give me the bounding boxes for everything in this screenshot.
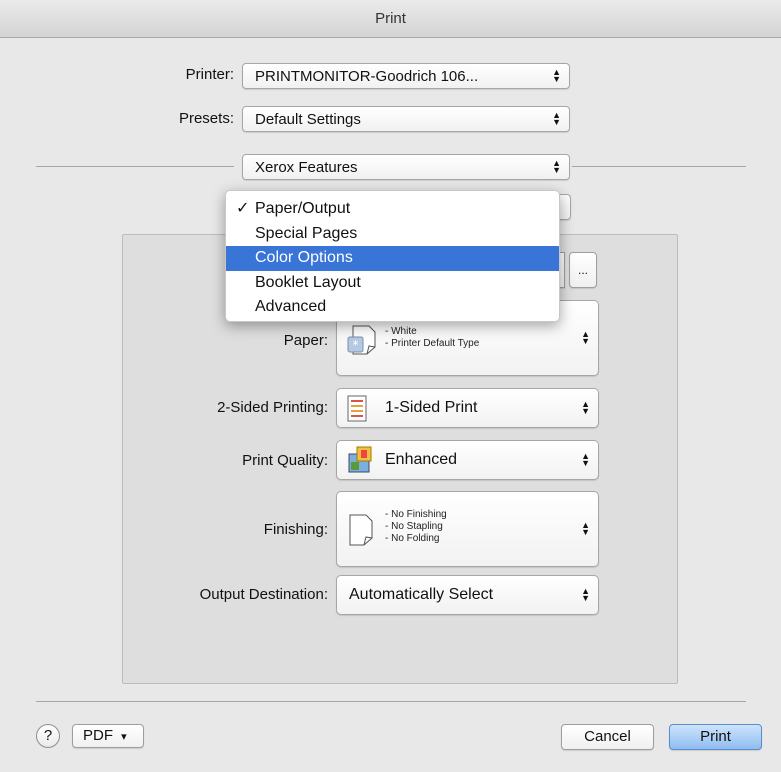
popup-arrows-icon: ▲ ▼ bbox=[581, 451, 590, 468]
paper-icon: * bbox=[347, 325, 376, 355]
paper-details: - White - Printer Default Type bbox=[385, 326, 479, 350]
pdf-label: PDF bbox=[83, 727, 113, 744]
popup-arrows-icon: ▲ ▼ bbox=[552, 110, 561, 127]
quality-value: Enhanced bbox=[385, 451, 458, 468]
finishing-popup[interactable]: - No Finishing - No Stapling - No Foldin… bbox=[336, 491, 599, 567]
sided-popup[interactable]: 1-Sided Print ▲ ▼ bbox=[336, 388, 599, 428]
finishing-icon bbox=[349, 514, 373, 546]
pdf-button[interactable]: PDF ▾ bbox=[72, 724, 144, 748]
popup-arrows-icon: ▲ ▼ bbox=[581, 586, 590, 603]
output-label: Output Destination: bbox=[199, 586, 328, 603]
print-button[interactable]: Print bbox=[669, 724, 762, 750]
output-value: Automatically Select bbox=[349, 586, 494, 603]
menu-item-label: Advanced bbox=[255, 298, 327, 315]
section-popup[interactable]: Xerox Features ▲ ▼ bbox=[242, 154, 570, 180]
printer-label: Printer: bbox=[185, 66, 234, 83]
finishing-line: - No Finishing bbox=[385, 509, 447, 520]
menu-item-paper-output[interactable]: ✓ Paper/Output bbox=[226, 197, 559, 222]
finishing-label: Finishing: bbox=[263, 521, 328, 538]
checkmark-icon: ✓ bbox=[236, 200, 250, 217]
menu-item-label: Special Pages bbox=[255, 224, 358, 242]
menu-item-special-pages[interactable]: Special Pages bbox=[226, 222, 559, 247]
menu-item-booklet-layout[interactable]: Booklet Layout bbox=[226, 271, 559, 296]
help-button[interactable]: ? bbox=[36, 724, 60, 748]
window-title: Print bbox=[375, 10, 406, 27]
popup-arrows-icon: ▲ ▼ bbox=[581, 520, 590, 537]
menu-item-advanced[interactable]: Advanced bbox=[226, 295, 559, 320]
presets-label: Presets: bbox=[178, 110, 234, 127]
features-dropdown-menu: ✓ Paper/Output Special Pages Color Optio… bbox=[225, 190, 560, 322]
popup-arrows-icon: ▲ ▼ bbox=[581, 329, 590, 346]
menu-item-color-options[interactable]: Color Options bbox=[226, 246, 559, 271]
sided-label: 2-Sided Printing: bbox=[217, 399, 328, 416]
printer-popup[interactable]: PRINTMONITOR-Goodrich 106... ▲ ▼ bbox=[242, 63, 570, 89]
quality-label: Print Quality: bbox=[242, 452, 328, 469]
svg-text:*: * bbox=[353, 338, 359, 352]
quality-icon bbox=[348, 446, 372, 473]
finishing-line: - No Folding bbox=[385, 533, 440, 544]
chevron-down-icon: ▾ bbox=[121, 731, 127, 743]
quality-popup[interactable]: Enhanced ▲ ▼ bbox=[336, 440, 599, 480]
window-title-bar: Print bbox=[0, 0, 781, 38]
section-value: Xerox Features bbox=[255, 159, 358, 176]
footer-separator bbox=[36, 701, 746, 702]
menu-item-label: Paper/Output bbox=[255, 200, 351, 217]
paper-line: - White bbox=[385, 326, 417, 337]
paper-label: Paper: bbox=[283, 332, 328, 349]
presets-popup[interactable]: Default Settings ▲ ▼ bbox=[242, 106, 570, 132]
finishing-line: - No Stapling bbox=[385, 521, 443, 532]
menu-item-label: Color Options bbox=[255, 249, 353, 266]
document-icon bbox=[347, 395, 367, 422]
presets-value: Default Settings bbox=[255, 111, 361, 128]
popup-arrows-icon: ▲ ▼ bbox=[552, 158, 561, 175]
paper-line: - Printer Default Type bbox=[385, 338, 480, 349]
output-popup[interactable]: Automatically Select ▲ ▼ bbox=[336, 575, 599, 615]
more-button[interactable]: ... bbox=[569, 252, 597, 288]
popup-arrows-icon: ▲ ▼ bbox=[581, 399, 590, 416]
separator-left bbox=[36, 166, 234, 167]
sided-value: 1-Sided Print bbox=[385, 399, 478, 416]
menu-item-label: Booklet Layout bbox=[255, 273, 361, 291]
cancel-button[interactable]: Cancel bbox=[561, 724, 654, 750]
separator-right bbox=[572, 166, 746, 167]
popup-arrows-icon: ▲ ▼ bbox=[552, 67, 561, 84]
finishing-details: - No Finishing - No Stapling - No Foldin… bbox=[385, 509, 447, 545]
printer-value: PRINTMONITOR-Goodrich 106... bbox=[255, 68, 479, 85]
